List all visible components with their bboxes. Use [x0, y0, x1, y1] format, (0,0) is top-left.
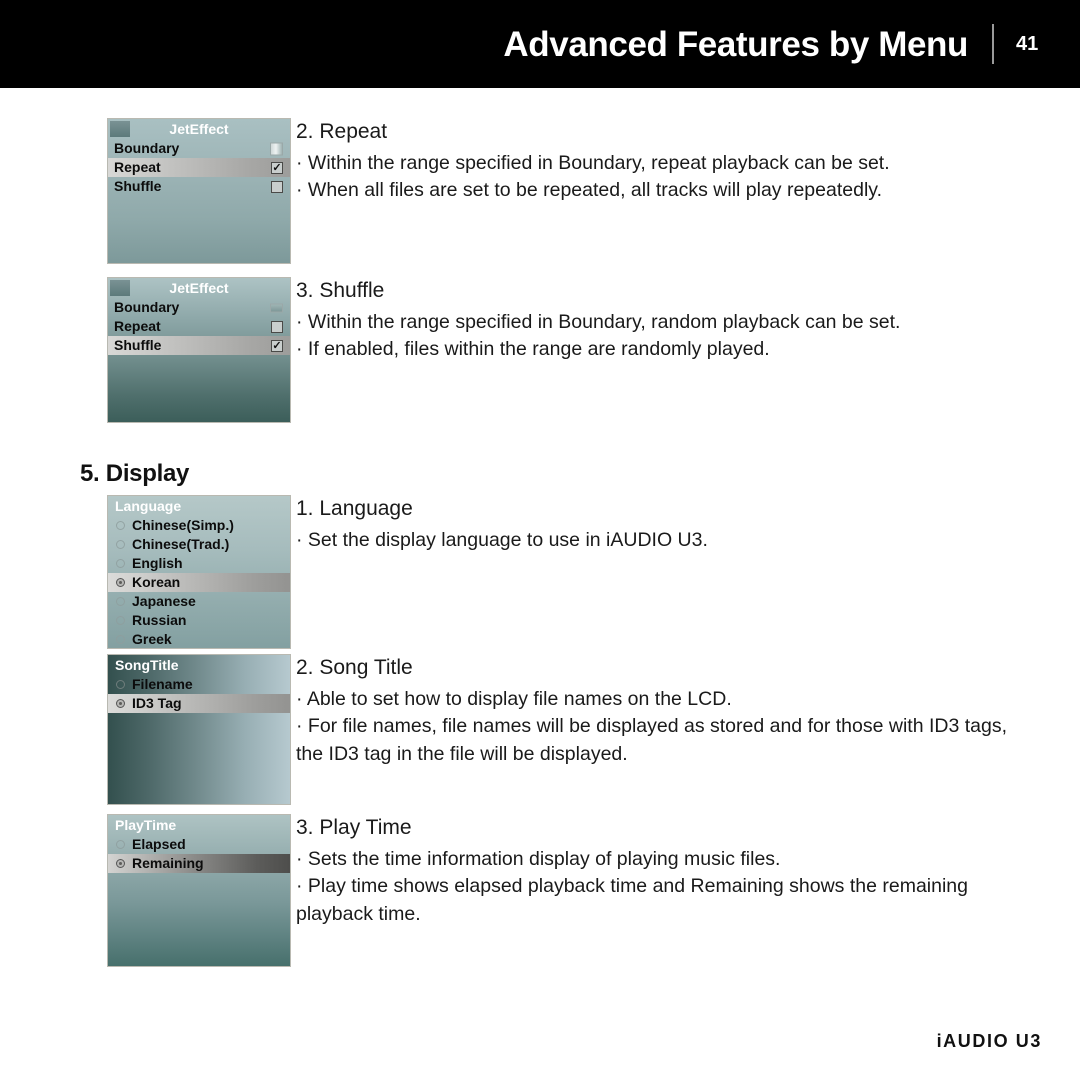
lcd-row-filename[interactable]: Filename: [108, 675, 290, 694]
section-bullet: · If enabled, files within the range are…: [296, 338, 770, 361]
lcd-row-elapsed[interactable]: Elapsed: [108, 835, 290, 854]
section-bullet: · Play time shows elapsed playback time …: [296, 875, 968, 898]
radio-off-icon[interactable]: [116, 540, 125, 549]
radio-on-icon[interactable]: [116, 578, 125, 587]
lcd-row-japanese[interactable]: Japanese: [108, 592, 290, 611]
section-heading: 3. Shuffle: [296, 279, 385, 302]
display-section-title: 5. Display: [80, 460, 190, 487]
section-bullet: · Set the display language to use in iAU…: [296, 528, 708, 551]
lcd-row-label: Elapsed: [132, 836, 186, 852]
lcd-row-label: Greek: [132, 631, 172, 647]
radio-off-icon[interactable]: [116, 597, 125, 606]
value-box-icon[interactable]: [270, 303, 283, 312]
section-heading: 2. Song Title: [296, 656, 413, 679]
radio-on-icon[interactable]: [116, 859, 125, 868]
radio-off-icon[interactable]: [116, 521, 125, 530]
section-heading: 1. Language: [296, 497, 413, 520]
section-play-time-text: 3. Play Time · Sets the time information…: [296, 814, 1016, 929]
lcd-row-label: Remaining: [132, 855, 204, 871]
radio-off-icon[interactable]: [116, 559, 125, 568]
lcd-row-label: Shuffle: [114, 337, 162, 353]
section-bullet: playback time.: [296, 902, 421, 925]
lcd-row-label: Chinese(Simp.): [132, 517, 234, 533]
lcd-title: JetEffect: [169, 121, 229, 137]
lcd-row-korean[interactable]: Korean: [108, 573, 290, 592]
lcd-language: Language Chinese(Simp.) Chinese(Trad.) E…: [107, 495, 291, 649]
lcd-title: JetEffect: [169, 280, 229, 296]
checkbox-empty-icon[interactable]: ✓: [271, 180, 283, 193]
lcd-row-shuffle[interactable]: Shuffle ✓: [108, 336, 290, 355]
lcd-row-boundary[interactable]: Boundary: [108, 139, 290, 158]
section-bullet: · Within the range specified in Boundary…: [296, 310, 901, 333]
lcd-row-english[interactable]: English: [108, 554, 290, 573]
lcd-row-label: English: [132, 555, 183, 571]
lcd-row-repeat[interactable]: Repeat ✓: [108, 158, 290, 177]
lcd-row-label: Shuffle: [114, 178, 162, 194]
radio-on-icon[interactable]: [116, 699, 125, 708]
section-language-text: 1. Language · Set the display language t…: [296, 495, 1016, 554]
lcd-row-label: Repeat: [114, 159, 161, 175]
lcd-row-russian[interactable]: Russian: [108, 611, 290, 630]
section-bullet: · For file names, file names will be dis…: [296, 715, 1007, 738]
lcd-play-time: PlayTime Elapsed Remaining: [107, 814, 291, 967]
lcd-row-chinese-trad[interactable]: Chinese(Trad.): [108, 535, 290, 554]
lcd-row-chinese-simp[interactable]: Chinese(Simp.): [108, 516, 290, 535]
footer-brand: iAUDIO U3: [936, 1031, 1042, 1051]
radio-off-icon[interactable]: [116, 616, 125, 625]
section-heading: 3. Play Time: [296, 816, 412, 839]
radio-off-icon[interactable]: [116, 840, 125, 849]
lcd-row-repeat[interactable]: Repeat ✓: [108, 317, 290, 336]
section-shuffle-text: 3. Shuffle · Within the range specified …: [296, 277, 1016, 364]
header-divider: [992, 24, 994, 64]
section-bullet: · When all files are set to be repeated,…: [296, 179, 882, 202]
page-number: 41: [1016, 33, 1039, 55]
checkbox-checked-icon[interactable]: ✓: [271, 339, 283, 352]
lcd-row-label: Boundary: [114, 299, 180, 315]
lcd-row-label: Boundary: [114, 140, 180, 156]
lcd-row-label: Repeat: [114, 318, 161, 334]
section-bullet: · Sets the time information display of p…: [296, 847, 781, 870]
page-title: Advanced Features by Menu: [503, 24, 968, 64]
lcd-row-shuffle[interactable]: Shuffle ✓: [108, 177, 290, 196]
section-heading: 2. Repeat: [296, 120, 388, 143]
lcd-row-label: Korean: [132, 574, 181, 590]
radio-off-icon[interactable]: [116, 635, 125, 644]
lcd-row-label: Russian: [132, 612, 187, 628]
section-bullet: the ID3 tag in the file will be displaye…: [296, 742, 628, 765]
lcd-row-boundary[interactable]: Boundary: [108, 298, 290, 317]
lcd-row-label: Japanese: [132, 593, 196, 609]
lcd-song-title: SongTitle Filename ID3 Tag: [107, 654, 291, 805]
checkbox-empty-icon[interactable]: ✓: [271, 320, 283, 333]
lcd-row-label: Filename: [132, 676, 193, 692]
section-repeat-text: 2. Repeat · Within the range specified i…: [296, 118, 1016, 205]
lcd-title: Language: [115, 498, 182, 514]
lcd-row-greek[interactable]: Greek: [108, 630, 290, 648]
checkbox-checked-icon[interactable]: ✓: [271, 161, 283, 174]
section-bullet: · Within the range specified in Boundary…: [296, 151, 890, 174]
radio-off-icon[interactable]: [116, 680, 125, 689]
section-song-title-text: 2. Song Title · Able to set how to displ…: [296, 654, 1016, 769]
section-bullet: · Able to set how to display file names …: [296, 687, 732, 710]
page-content: JetEffect Boundary Repeat ✓ Shuffle ✓: [0, 88, 1080, 1080]
lcd-repeat: JetEffect Boundary Repeat ✓ Shuffle ✓: [107, 118, 291, 264]
page-header: Advanced Features by Menu 41: [0, 0, 1080, 88]
lcd-title: PlayTime: [115, 817, 177, 833]
value-box-icon[interactable]: [270, 142, 283, 155]
lcd-row-remaining[interactable]: Remaining: [108, 854, 290, 873]
lcd-shuffle: JetEffect Boundary Repeat ✓ Shuffle ✓: [107, 277, 291, 423]
lcd-row-label: Chinese(Trad.): [132, 536, 230, 552]
lcd-row-id3-tag[interactable]: ID3 Tag: [108, 694, 290, 713]
lcd-title: SongTitle: [115, 657, 179, 673]
lcd-row-label: ID3 Tag: [132, 695, 182, 711]
